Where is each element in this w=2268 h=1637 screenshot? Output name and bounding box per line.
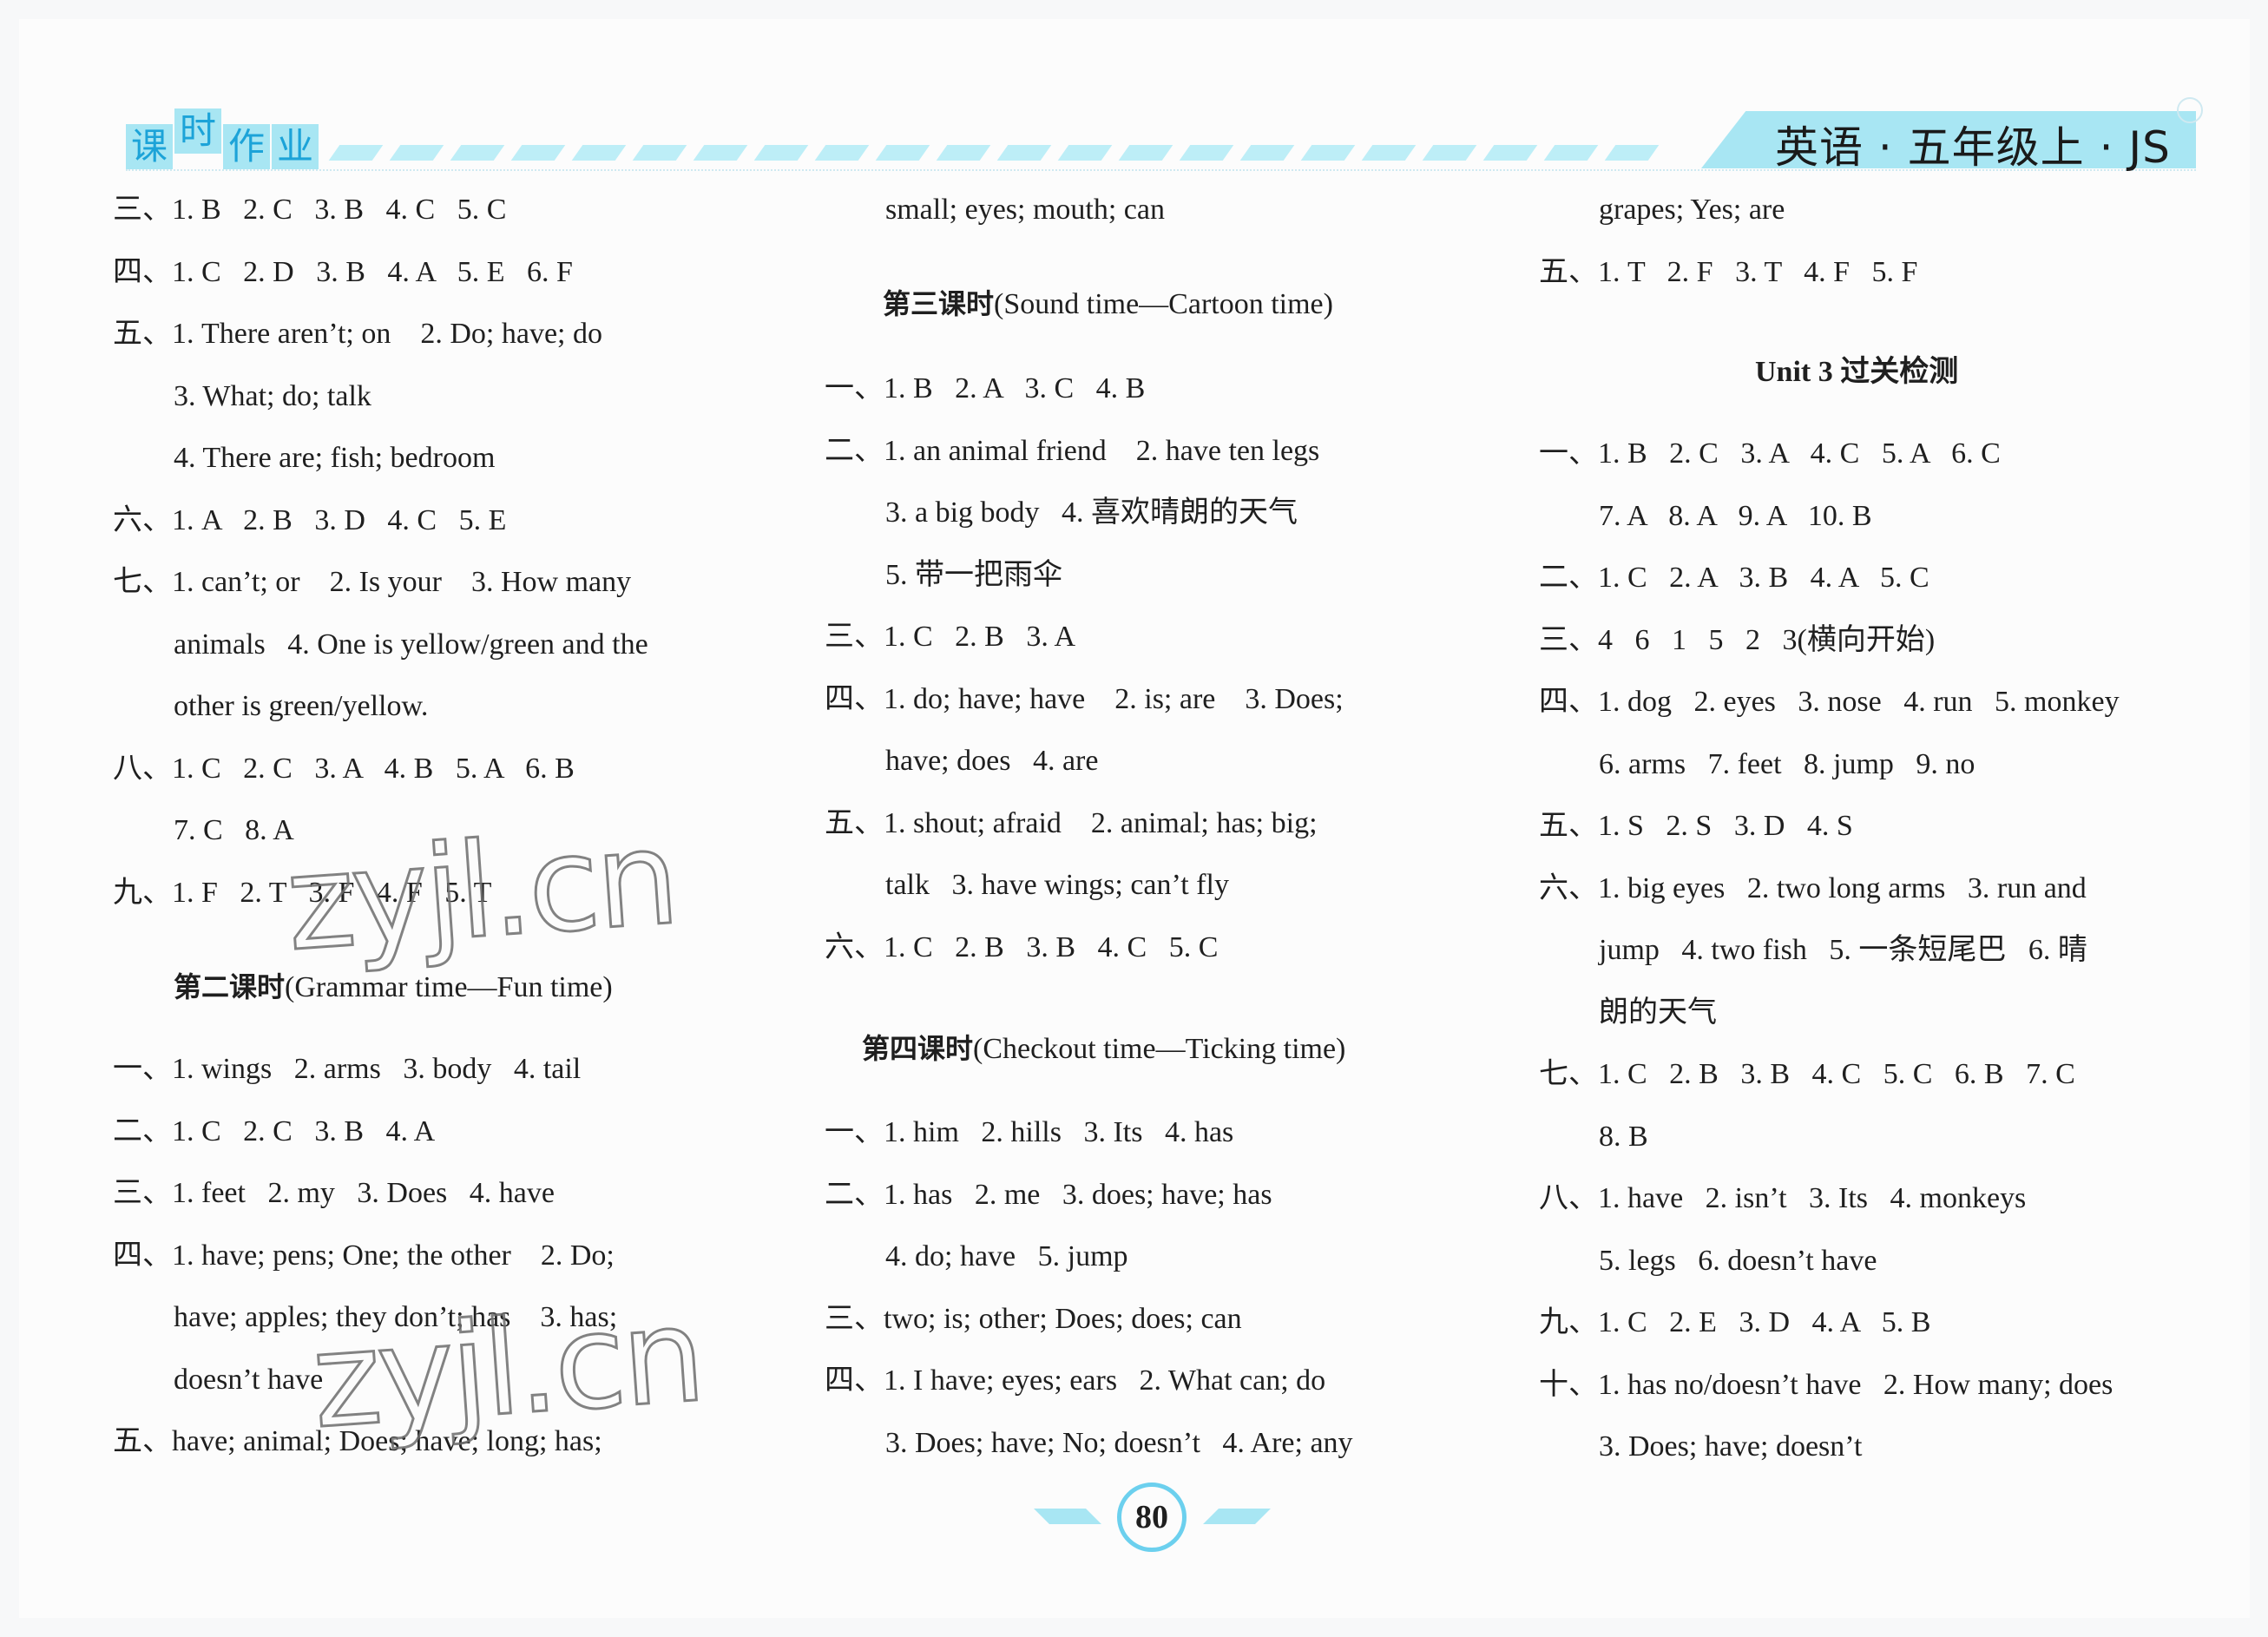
answer-line: 七、1. C 2. B 3. B 4. C 5. C 6. B 7. C: [1539, 1058, 2075, 1090]
stripe-decoration: [875, 145, 930, 161]
answer-line: 4. do; have 5. jump: [885, 1240, 1128, 1272]
header-stripes: [328, 145, 1697, 161]
answer-line: 一、1. wings 2. arms 3. body 4. tail: [113, 1053, 582, 1085]
answer-line: 二、1. has 2. me 3. does; have; has: [825, 1178, 1272, 1211]
answer-line: 二、1. C 2. A 3. B 4. A 5. C: [1539, 562, 1929, 594]
answer-line: 四、1. dog 2. eyes 3. nose 4. run 5. monke…: [1539, 686, 2120, 718]
answer-line: 十、1. has no/doesn’t have 2. How many; do…: [1539, 1368, 2114, 1401]
answer-line: 三、1. B 2. C 3. B 4. C 5. C: [113, 194, 507, 226]
stripe-decoration: [1300, 145, 1356, 161]
watermark: zyjl.cn: [306, 1279, 707, 1459]
subject-title: 英语 · 五年级上 · JS: [1775, 122, 2171, 173]
answer-line: 一、1. B 2. C 3. A 4. C 5. A 6. C: [1539, 437, 2001, 470]
answer-line: 三、1. feet 2. my 3. Does 4. have: [113, 1177, 555, 1209]
stripe-decoration: [996, 145, 1052, 161]
answer-line: grapes; Yes; are: [1599, 194, 1785, 226]
lesson-heading-range: (Checkout time—Ticking time): [973, 1033, 1346, 1065]
answer-line: small; eyes; mouth; can: [885, 194, 1165, 226]
lesson-heading: Unit 3 过关检测: [1755, 347, 1958, 390]
answer-line: have; does 4. are: [885, 745, 1099, 777]
answer-line: 六、1. big eyes 2. two long arms 3. run an…: [1539, 871, 2087, 904]
stripe-decoration: [753, 145, 809, 161]
stripe-decoration: [693, 145, 748, 161]
stripe-decoration: [510, 145, 566, 161]
answer-line: 五、1. T 2. F 3. T 4. F 5. F: [1539, 255, 1918, 288]
answer-line: 三、1. C 2. B 3. A: [825, 621, 1076, 653]
answer-line: 5. 带一把雨伞: [885, 558, 1062, 591]
banner-ring-decoration: [2177, 97, 2203, 123]
lesson-heading-bold: 第三课时: [883, 287, 995, 320]
answer-line: 3. a big body 4. 喜欢晴朗的天气: [885, 496, 1298, 529]
stripe-decoration: [936, 145, 991, 161]
logo-char: 课: [126, 124, 174, 169]
answer-line: 八、1. C 2. C 3. A 4. B 5. A 6. B: [113, 752, 575, 785]
answer-line: 四、1. have; pens; One; the other 2. Do;: [113, 1239, 615, 1272]
lesson-heading-bold: 第二课时: [174, 970, 286, 1003]
answer-line: 三、4 6 1 5 2 3(横向开始): [1539, 623, 1936, 656]
answer-line: 五、1. shout; afraid 2. animal; has; big;: [825, 806, 1318, 839]
logo-char: 业: [272, 124, 319, 169]
stripe-decoration: [1482, 145, 1538, 161]
stripe-decoration: [571, 145, 627, 161]
stripe-decoration: [632, 145, 687, 161]
stripe-decoration: [1604, 145, 1660, 161]
stripe-decoration: [1118, 145, 1173, 161]
stripe-decoration: [1057, 145, 1113, 161]
answer-line: 5. legs 6. doesn’t have: [1599, 1244, 1877, 1277]
answer-line: 五、1. S 2. S 3. D 4. S: [1539, 810, 1853, 842]
answer-line: 7. C 8. A: [174, 814, 294, 846]
logo-char: 作: [223, 124, 271, 169]
stripe-decoration: [389, 145, 444, 161]
answer-line: 一、1. B 2. A 3. C 4. B: [825, 372, 1146, 404]
watermark: zyjl.cn: [280, 801, 681, 982]
lesson-heading-bold: Unit 3 过关检测: [1755, 356, 1959, 388]
answer-line: 六、1. C 2. B 3. B 4. C 5. C: [825, 930, 1219, 963]
logo-char: 时: [174, 108, 222, 154]
lesson-heading: 第四课时(Checkout time—Ticking time): [862, 1027, 1345, 1067]
answer-line: 七、1. can’t; or 2. Is your 3. How many: [113, 566, 632, 598]
answer-line: 8. B: [1599, 1120, 1648, 1153]
answer-line: 四、1. I have; eyes; ears 2. What can; do: [825, 1364, 1326, 1397]
answer-line: doesn’t have: [174, 1363, 324, 1396]
stripe-decoration: [328, 145, 384, 161]
lesson-heading-range: (Sound time—Cartoon time): [994, 288, 1333, 320]
answer-line: 7. A 8. A 9. A 10. B: [1599, 499, 1872, 532]
stripe-decoration: [1543, 145, 1599, 161]
answer-line: 四、1. C 2. D 3. B 4. A 5. E 6. F: [113, 255, 573, 288]
series-logo: 课 时 作 业: [126, 108, 320, 169]
answer-line: 3. What; do; talk: [174, 379, 371, 412]
answer-line: 一、1. him 2. hills 3. Its 4. has: [825, 1116, 1234, 1148]
answer-line: 九、1. C 2. E 3. D 4. A 5. B: [1539, 1306, 1931, 1338]
stripe-decoration: [1179, 145, 1234, 161]
answer-line: animals 4. One is yellow/green and the: [174, 628, 648, 661]
answer-line: talk 3. have wings; can’t fly: [885, 869, 1229, 901]
stripe-decoration: [1422, 145, 1477, 161]
stripe-decoration: [1239, 145, 1295, 161]
answer-line: 三、two; is; other; Does; does; can: [825, 1302, 1242, 1335]
answer-line: 四、1. do; have; have 2. is; are 3. Does;: [825, 682, 1344, 715]
answer-line: jump 4. two fish 5. 一条短尾巴 6. 晴: [1599, 934, 2087, 966]
answer-line: 3. Does; have; doesn’t: [1599, 1430, 1863, 1463]
lesson-heading: 第三课时(Sound time—Cartoon time): [883, 282, 1333, 322]
stripe-decoration: [450, 145, 505, 161]
answer-line: 6. arms 7. feet 8. jump 9. no: [1599, 747, 1975, 780]
answer-line: 二、1. C 2. C 3. B 4. A: [113, 1114, 436, 1147]
answer-line: 二、1. an animal friend 2. have ten legs: [825, 434, 1320, 467]
stripe-decoration: [814, 145, 870, 161]
page-number: 80: [1117, 1483, 1187, 1552]
lesson-heading-bold: 第四课时: [862, 1032, 974, 1065]
answer-line: 八、1. have 2. isn’t 3. Its 4. monkeys: [1539, 1182, 2027, 1214]
answer-line: 六、1. A 2. B 3. D 4. C 5. E: [113, 503, 507, 536]
stripe-decoration: [1361, 145, 1417, 161]
answer-line: 4. There are; fish; bedroom: [174, 442, 496, 474]
answer-line: 五、1. There aren’t; on 2. Do; have; do: [113, 318, 603, 350]
answer-line: other is green/yellow.: [174, 690, 429, 722]
answer-line: 3. Does; have; No; doesn’t 4. Are; any: [885, 1426, 1353, 1459]
answer-line: 朗的天气: [1599, 996, 1717, 1029]
